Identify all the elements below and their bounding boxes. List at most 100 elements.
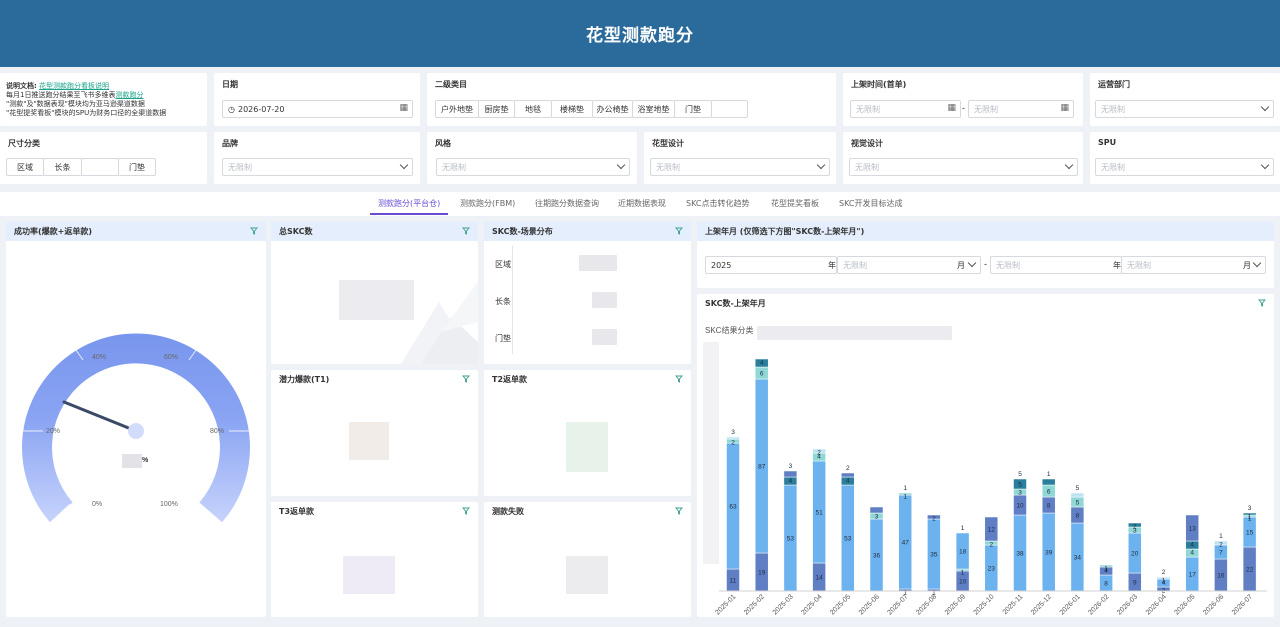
t3-panel: T3返单款: [271, 502, 478, 617]
x-tick-label: 2025-11: [1002, 593, 1025, 616]
doc-link[interactable]: 花型测款跑分看板说明: [39, 82, 109, 90]
style-select[interactable]: 无限制: [436, 158, 630, 176]
bar-total-label: 1: [961, 525, 965, 532]
x-tick-label: 2025-06: [858, 593, 881, 616]
total-skc-value-blur: [339, 280, 414, 320]
start-year-input[interactable]: 2025: [705, 256, 837, 274]
bar-value-label: 23: [988, 566, 996, 573]
chip-size-2[interactable]: [81, 158, 119, 176]
x-tick-label: 2026-04: [1145, 593, 1168, 616]
calendar-icon: ▦: [1060, 103, 1069, 113]
calendar-icon: ▦: [947, 103, 956, 113]
chip-category-2[interactable]: 地毯: [514, 100, 552, 118]
x-tick-label: 2025-01: [714, 593, 737, 616]
bar-value-label: 4: [1190, 542, 1194, 549]
chip-category-1[interactable]: 厨房垫: [478, 100, 515, 118]
gauge-value-blur: [122, 454, 142, 468]
bar-value-label: 53: [787, 536, 795, 543]
bar-value-label: 2: [1133, 524, 1137, 531]
end-year-input[interactable]: 无限制: [990, 256, 1122, 274]
chip-category-6[interactable]: 门垫: [674, 100, 712, 118]
bar-total-label: 1: [1047, 471, 1051, 478]
bar-total-label: 2: [846, 465, 850, 472]
chip-category-empty[interactable]: [711, 100, 748, 118]
chevron-down-icon: [1260, 160, 1270, 170]
chip-size-1[interactable]: 长条: [43, 158, 82, 176]
tab-history[interactable]: 往期跑分数据查询: [535, 198, 599, 209]
launch-time-label: 上架时间(首单): [851, 80, 907, 89]
chip-category-4[interactable]: 办公椅垫: [592, 100, 633, 118]
tab-bar: 测款跑分(平台仓) 测款跑分(FBM) 往期跑分数据查询 近期数据表现 SKC点…: [0, 192, 1280, 216]
chevron-down-icon: [967, 258, 977, 268]
style-label: 风格: [435, 139, 451, 148]
bar-value-label: 18: [959, 549, 967, 556]
chip-category-5[interactable]: 浴室地垫: [632, 100, 675, 118]
tab-target[interactable]: SKC开发目标达成: [839, 198, 902, 209]
bar-value-label: 22: [1246, 567, 1254, 574]
tab-fbm[interactable]: 测款跑分(FBM): [460, 198, 515, 209]
tab-recent[interactable]: 近期数据表现: [618, 198, 666, 209]
gauge-tick-20: 20%: [46, 428, 61, 435]
x-tick-label: 2026-02: [1087, 593, 1110, 616]
chip-size-0[interactable]: 区域: [6, 158, 44, 176]
bar-value-label: 16: [1217, 573, 1225, 580]
chevron-down-icon: [1252, 258, 1262, 268]
department-select[interactable]: 无限制: [1095, 100, 1274, 118]
chevron-down-icon: [399, 160, 409, 170]
range-separator: -: [962, 103, 965, 113]
pattern-design-label: 花型设计: [652, 139, 684, 148]
bar-value-label: 47: [902, 540, 910, 547]
t3-value-blur: [343, 556, 395, 594]
bar-value-label: 2: [932, 516, 936, 523]
launch-end-input[interactable]: 无限制 ▦: [968, 100, 1074, 118]
t3-title: T3返单款: [279, 507, 315, 516]
tab-platform[interactable]: 测款跑分(平台仓): [378, 198, 440, 209]
skc-month-panel: SKC数-上架年月 SKC结果分类 11 63 2 3 2025-01 19 87 6 4 202…: [697, 294, 1274, 617]
x-tick-label: 2025-07: [886, 593, 909, 616]
x-tick-label: 2026-03: [1116, 593, 1139, 616]
gauge-needle: [62, 400, 138, 433]
chip-size-3[interactable]: 门垫: [118, 158, 156, 176]
scene-bar-2-blur: [592, 329, 617, 345]
bar-segment: [1041, 478, 1056, 486]
size-label: 尺寸分类: [8, 139, 40, 148]
bar-value-label: 10: [959, 579, 967, 586]
month-label: 月: [1243, 261, 1251, 270]
date-filter: 日期 ◷ 2026-07-20 ▦: [214, 73, 420, 126]
feishu-link[interactable]: 测款跑分: [115, 91, 143, 99]
chip-category-0[interactable]: 户外地垫: [435, 100, 479, 118]
tab-bonus[interactable]: 花型提奖看板: [771, 198, 819, 209]
gauge-tick-100: 100%: [160, 501, 178, 508]
launch-month-panel: 上架年月 (仅筛选下方图"SKC数-上架年月") 2025 年 无限制 月 - …: [697, 222, 1274, 288]
size-filter: 尺寸分类 区域 长条 门垫: [0, 132, 207, 184]
success-rate-panel: 成功率(爆款+返单款) 0% 20% 40% 60% 80% 100% %: [6, 222, 266, 617]
bar-value-label: 34: [1074, 555, 1082, 562]
tab-skc-trend[interactable]: SKC点击转化趋势: [686, 198, 749, 209]
scene-axis: [512, 246, 513, 354]
visual-design-select[interactable]: 无限制: [849, 158, 1078, 176]
bar-total-label: 3: [731, 429, 735, 436]
bar-value-label: 17: [1189, 572, 1197, 579]
bar-segment: [783, 470, 798, 478]
bar-segment: [1070, 492, 1085, 498]
filter-pin-icon[interactable]: [675, 375, 683, 383]
launch-month-title: 上架年月 (仅筛选下方图"SKC数-上架年月"): [697, 222, 1274, 241]
bar-value-label: 12: [988, 527, 996, 534]
month-label: 月: [957, 261, 965, 270]
bar-segment: [869, 506, 884, 514]
date-input[interactable]: ◷ 2026-07-20 ▦: [222, 100, 413, 118]
fail-title: 测款失败: [492, 507, 524, 516]
pattern-design-select[interactable]: 无限制: [650, 158, 830, 176]
chip-category-3[interactable]: 楼梯垫: [551, 100, 593, 118]
bar-value-label: 14: [815, 575, 823, 582]
filter-pin-icon[interactable]: [462, 375, 470, 383]
filter-pin-icon[interactable]: [462, 507, 470, 515]
launch-start-input[interactable]: 无限制 ▦: [850, 100, 961, 118]
bar-value-label: 1: [903, 494, 907, 501]
brand-select[interactable]: 无限制: [222, 158, 413, 176]
spu-select[interactable]: 无限制: [1095, 158, 1274, 176]
gauge-tick-60: 60%: [164, 354, 179, 361]
filter-pin-icon[interactable]: [675, 227, 683, 235]
filter-pin-icon[interactable]: [675, 507, 683, 515]
filter-pin-icon[interactable]: [462, 227, 470, 235]
